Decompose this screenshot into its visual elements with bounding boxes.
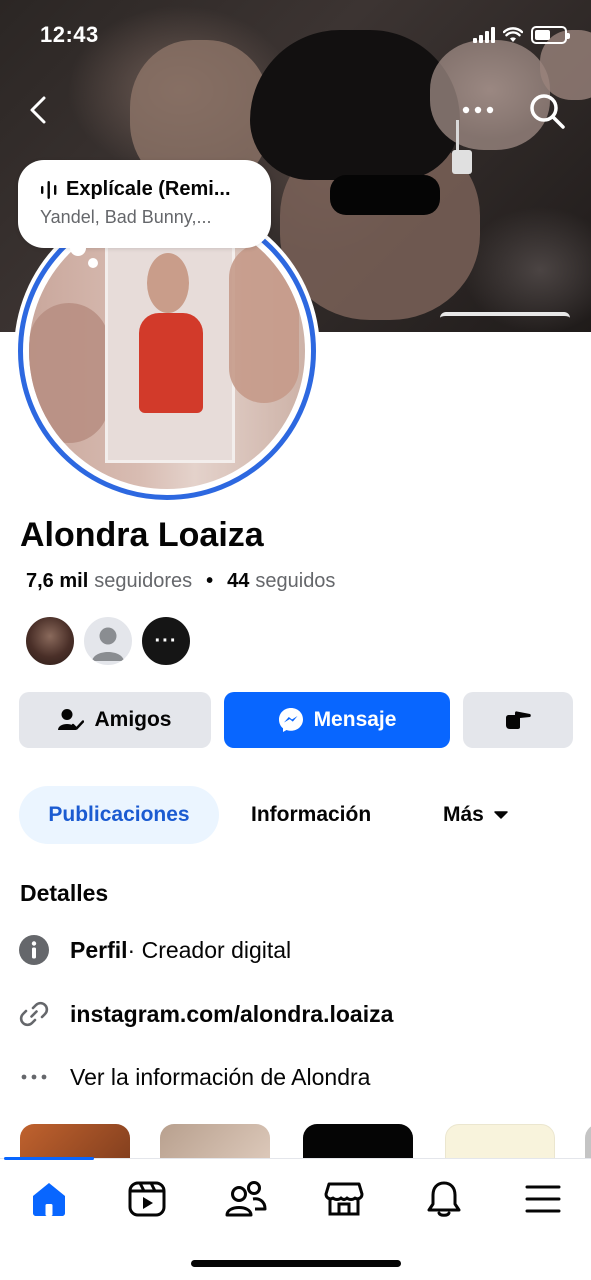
audio-wave-icon: [41, 180, 57, 199]
followers-count[interactable]: 7,6 mil: [26, 570, 88, 593]
signal-icon: [473, 27, 495, 43]
cover-pendant-shape: [452, 150, 472, 174]
search-button[interactable]: [526, 90, 568, 132]
video-icon: [128, 1181, 166, 1217]
bell-icon: [427, 1181, 461, 1217]
note-bubble-tail: [88, 258, 98, 268]
caret-down-icon: [494, 811, 508, 819]
featured-thumbnail[interactable]: [303, 1124, 413, 1160]
friends-button-label: Amigos: [94, 708, 172, 731]
profile-photo: [29, 213, 305, 489]
detail-link-text[interactable]: instagram.com/alondra.loaiza: [70, 1001, 393, 1028]
stats-separator: •: [206, 570, 214, 592]
messenger-icon: [278, 708, 303, 732]
note-song-title: Explícale (Remi...: [66, 178, 231, 200]
more-options-button[interactable]: [458, 96, 498, 124]
profile-name: Alondra Loaiza: [20, 516, 264, 554]
photo-hand-shape: [29, 303, 109, 443]
note-artists: Yandel, Bad Bunny,...: [40, 207, 212, 227]
nav-notifications[interactable]: [420, 1177, 468, 1221]
following-count[interactable]: 44: [227, 570, 249, 593]
ellipsis-icon: [462, 106, 494, 114]
nav-friends[interactable]: [222, 1177, 270, 1221]
poke-hand-icon: [506, 711, 531, 729]
followers-label[interactable]: seguidores: [94, 570, 192, 593]
back-button[interactable]: [22, 92, 58, 128]
tab-informacion[interactable]: Información: [251, 786, 371, 844]
more-mutuals-avatar[interactable]: ···: [140, 615, 192, 667]
friends-button[interactable]: Amigos: [19, 692, 211, 748]
cover-glasses-shape: [330, 175, 440, 215]
music-note-bubble[interactable]: Explícale (Remi... Yandel, Bad Bunny,...: [18, 160, 271, 248]
photo-arm-shape: [229, 243, 299, 403]
info-icon: [18, 934, 50, 966]
search-icon: [530, 94, 565, 129]
avatar[interactable]: [82, 615, 134, 667]
ellipsis-icon: [18, 1061, 50, 1093]
cover-white-glasses-shape: [440, 312, 570, 332]
details-heading: Detalles: [20, 880, 109, 906]
featured-carousel[interactable]: [0, 1124, 591, 1160]
featured-thumbnail[interactable]: [445, 1124, 555, 1160]
detail-profile-type: Perfil · Creador digital: [18, 934, 291, 966]
status-icons: [473, 26, 570, 44]
menu-icon: [525, 1185, 561, 1213]
message-button-label: Mensaje: [313, 708, 397, 731]
nav-home[interactable]: [25, 1177, 73, 1221]
photo-head-shape: [147, 253, 189, 313]
see-about-info-label[interactable]: Ver la información de Alondra: [70, 1064, 370, 1091]
photo-dress-shape: [139, 313, 203, 413]
mutual-friends[interactable]: ···: [24, 615, 192, 667]
chevron-left-icon: [30, 96, 46, 124]
default-avatar-icon: [92, 627, 124, 661]
avatar[interactable]: [24, 615, 76, 667]
tab-publicaciones[interactable]: Publicaciones: [19, 786, 219, 844]
home-icon: [33, 1183, 65, 1216]
friend-check-icon: [58, 709, 85, 730]
poke-button[interactable]: [463, 692, 573, 748]
see-about-info[interactable]: Ver la información de Alondra: [18, 1061, 370, 1093]
message-button[interactable]: Mensaje: [224, 692, 450, 748]
battery-icon: [531, 26, 570, 44]
detail-profile-label: Perfil: [70, 936, 128, 963]
featured-thumbnail[interactable]: [585, 1124, 591, 1160]
nav-video[interactable]: [123, 1177, 171, 1221]
cover-hat-shape: [250, 30, 460, 180]
following-label[interactable]: seguidos: [255, 570, 335, 593]
note-bubble-tail: [70, 240, 86, 256]
friends-icon: [225, 1181, 267, 1217]
detail-link[interactable]: instagram.com/alondra.loaiza: [18, 998, 393, 1030]
featured-thumbnail[interactable]: [20, 1124, 130, 1160]
status-time: 12:43: [40, 22, 99, 47]
detail-profile-value: · Creador digital: [127, 936, 292, 963]
featured-thumbnail[interactable]: [160, 1124, 270, 1160]
tab-mas[interactable]: Más: [443, 786, 508, 844]
tab-mas-label: Más: [443, 803, 484, 826]
link-icon: [18, 998, 50, 1030]
follow-stats: 7,6 mil seguidores • 44 seguidos: [26, 570, 335, 593]
nav-menu[interactable]: [519, 1177, 567, 1221]
home-indicator[interactable]: [191, 1260, 401, 1267]
wifi-icon: [503, 27, 523, 42]
nav-marketplace[interactable]: [320, 1177, 368, 1221]
marketplace-icon: [324, 1182, 364, 1216]
active-tab-indicator: [4, 1157, 94, 1160]
